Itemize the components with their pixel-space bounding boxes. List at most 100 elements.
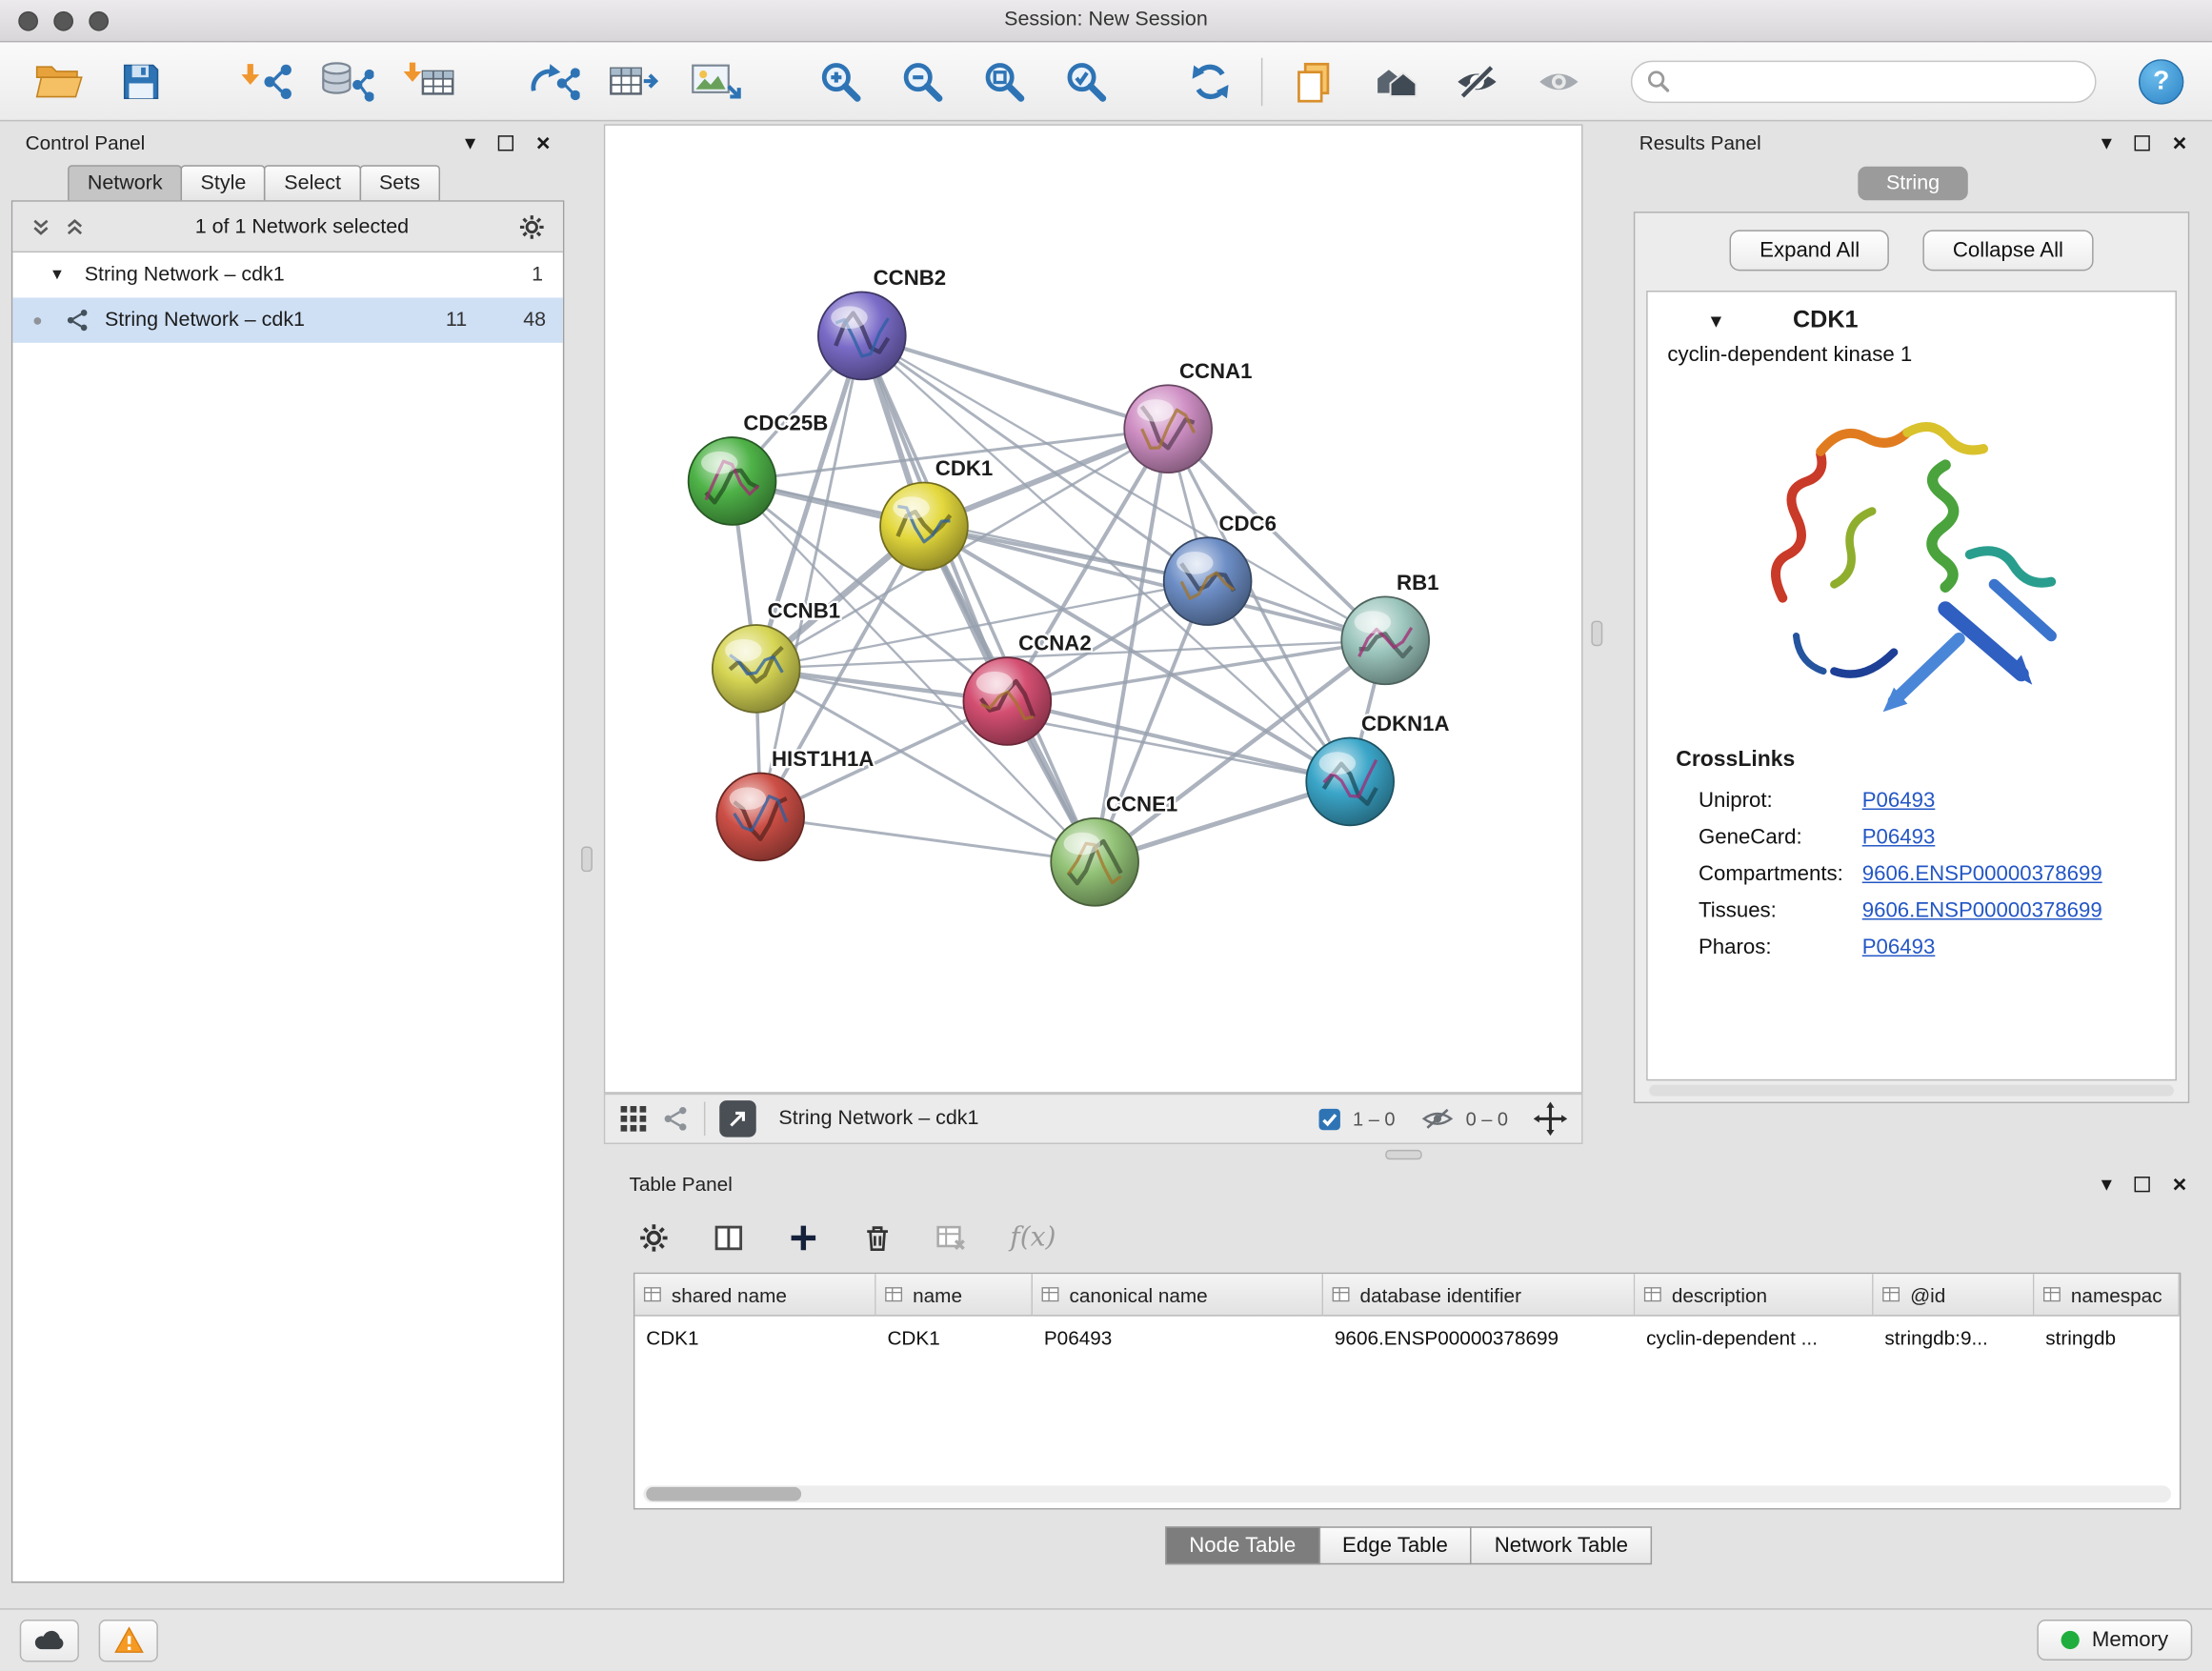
- hidden-eye-slash-icon[interactable]: [1420, 1106, 1455, 1132]
- table-cell[interactable]: cyclin-dependent ...: [1635, 1317, 1873, 1359]
- apply-preferred-layout-button[interactable]: [1179, 50, 1241, 112]
- table-cell[interactable]: stringdb:9...: [1874, 1317, 2035, 1359]
- show-columns-icon[interactable]: [713, 1221, 745, 1254]
- detach-network-view-button[interactable]: [719, 1100, 756, 1137]
- table-cell[interactable]: CDK1: [876, 1317, 1033, 1359]
- copy-documents-button[interactable]: [1282, 50, 1344, 112]
- network-arrows-icon: [526, 58, 579, 103]
- graphics-detail-toggle-icon[interactable]: [662, 1105, 691, 1134]
- zoom-fit-button[interactable]: [974, 50, 1036, 112]
- table-cell[interactable]: P06493: [1033, 1317, 1323, 1359]
- network-share-icon: [65, 308, 90, 333]
- network-node-CDKN1A[interactable]: CDKN1A: [1306, 712, 1449, 825]
- table-panel-close-button[interactable]: ×: [2173, 1172, 2187, 1196]
- network-collection-row[interactable]: ▼ String Network – cdk1 1: [12, 252, 563, 297]
- network-node-HIST1H1A[interactable]: HIST1H1A: [716, 747, 874, 860]
- import-network-database-button[interactable]: [316, 50, 378, 112]
- open-in-new-icon: [727, 1107, 750, 1130]
- import-network-file-button[interactable]: [234, 50, 296, 112]
- gear-icon[interactable]: [517, 212, 546, 241]
- new-network-from-selection-button[interactable]: [522, 50, 584, 112]
- selected-checkbox-icon[interactable]: [1317, 1107, 1341, 1131]
- left-splitter-grip[interactable]: [581, 847, 593, 873]
- expand-all-icon[interactable]: [64, 215, 87, 238]
- horizontal-splitter-grip[interactable]: [1385, 1150, 1422, 1159]
- export-image-button[interactable]: [686, 50, 748, 112]
- collapse-all-icon[interactable]: [30, 215, 52, 238]
- delete-column-trash-icon[interactable]: [862, 1221, 894, 1254]
- tab-select[interactable]: Select: [265, 165, 361, 202]
- control-panel-close-button[interactable]: ×: [536, 131, 551, 154]
- open-session-button[interactable]: [29, 50, 90, 112]
- pan-mode-crosshair-icon[interactable]: [1534, 1102, 1568, 1137]
- section-disclosure-triangle-icon[interactable]: ▼: [1707, 310, 1725, 331]
- import-table-button[interactable]: [398, 50, 460, 112]
- network-node-CCNB2[interactable]: CCNB2: [818, 266, 946, 379]
- column-header[interactable]: namespac: [2034, 1274, 2180, 1316]
- tab-network-table[interactable]: Network Table: [1471, 1526, 1653, 1564]
- table-cell[interactable]: CDK1: [634, 1317, 875, 1359]
- birdseye-toggle-icon[interactable]: [619, 1105, 648, 1134]
- tab-string[interactable]: String: [1858, 167, 1967, 201]
- network-node-CDK1[interactable]: CDK1: [880, 456, 993, 570]
- network-node-CCNA1[interactable]: CCNA1: [1124, 359, 1252, 473]
- crosslink-link[interactable]: P06493: [1862, 788, 1936, 812]
- table-cell[interactable]: 9606.ENSP00000378699: [1323, 1317, 1635, 1359]
- control-panel-float-button[interactable]: ▾: [465, 131, 475, 152]
- new-table-from-network-button[interactable]: [604, 50, 666, 112]
- column-header[interactable]: name: [876, 1274, 1033, 1316]
- expand-all-button[interactable]: Expand All: [1730, 230, 1889, 271]
- network-overview-button[interactable]: [1364, 50, 1426, 112]
- disclosure-triangle-icon[interactable]: ▼: [50, 267, 65, 284]
- help-button[interactable]: ?: [2139, 58, 2183, 103]
- network-canvas[interactable]: CCNB2CCNA1CDC25BCDK1CDC6RB1CCNB1CCNA2CDK…: [605, 126, 1581, 1092]
- gene-section-header[interactable]: ▼ CDK1: [1648, 292, 2176, 340]
- table-settings-gear-icon[interactable]: [637, 1221, 670, 1254]
- crosslink-link[interactable]: P06493: [1862, 935, 1936, 958]
- zoom-selected-button[interactable]: [1056, 50, 1117, 112]
- right-splitter-grip[interactable]: [1591, 621, 1602, 647]
- tab-sets[interactable]: Sets: [359, 165, 439, 202]
- table-horizontal-scrollbar[interactable]: [643, 1485, 2171, 1502]
- network-row[interactable]: ● String Network – cdk1 11 48: [12, 297, 563, 342]
- table-row[interactable]: CDK1 CDK1 P06493 9606.ENSP00000378699 cy…: [634, 1317, 2180, 1359]
- table-scrollbar-thumb[interactable]: [646, 1487, 801, 1501]
- crosslink-link[interactable]: 9606.ENSP00000378699: [1862, 861, 2102, 885]
- column-header[interactable]: canonical name: [1033, 1274, 1323, 1316]
- table-panel-float-button[interactable]: ▾: [2101, 1173, 2112, 1194]
- table-panel-maximize-button[interactable]: [2135, 1176, 2150, 1191]
- column-header[interactable]: description: [1635, 1274, 1873, 1316]
- column-header[interactable]: database identifier: [1323, 1274, 1635, 1316]
- warnings-button[interactable]: [99, 1619, 158, 1661]
- tab-edge-table[interactable]: Edge Table: [1318, 1526, 1472, 1564]
- column-header[interactable]: @id: [1874, 1274, 2035, 1316]
- tab-network[interactable]: Network: [68, 165, 182, 202]
- control-panel-maximize-button[interactable]: [498, 134, 513, 150]
- crosslink-link[interactable]: P06493: [1862, 825, 1936, 849]
- results-horizontal-scrollbar[interactable]: [1649, 1085, 2174, 1097]
- results-panel-maximize-button[interactable]: [2135, 134, 2150, 150]
- results-panel-close-button[interactable]: ×: [2173, 131, 2187, 154]
- results-panel-float-button[interactable]: ▾: [2101, 131, 2112, 152]
- cloud-status-button[interactable]: [20, 1619, 79, 1661]
- table-tabs: Node Table Edge Table Network Table: [615, 1526, 2201, 1564]
- zoom-in-button[interactable]: [810, 50, 872, 112]
- tab-style[interactable]: Style: [181, 165, 266, 202]
- zoom-out-button[interactable]: [892, 50, 954, 112]
- show-hidden-button[interactable]: [1528, 50, 1590, 112]
- hide-selected-button[interactable]: [1446, 50, 1508, 112]
- tab-node-table[interactable]: Node Table: [1165, 1526, 1319, 1564]
- table-cell[interactable]: stringdb: [2034, 1317, 2180, 1359]
- eye-slash-icon: [1453, 63, 1500, 100]
- collapse-all-button[interactable]: Collapse All: [1923, 230, 2093, 271]
- add-column-plus-icon[interactable]: [787, 1221, 819, 1254]
- column-header[interactable]: shared name: [634, 1274, 875, 1316]
- search-icon: [1646, 70, 1670, 93]
- search-input[interactable]: [1679, 70, 2081, 92]
- network-node-RB1[interactable]: RB1: [1341, 571, 1438, 684]
- crosslink-link[interactable]: 9606.ENSP00000378699: [1862, 898, 2102, 922]
- save-session-button[interactable]: [111, 50, 172, 112]
- main-toolbar: ?: [0, 42, 2212, 121]
- memory-button[interactable]: Memory: [2037, 1620, 2192, 1661]
- global-search-box[interactable]: [1631, 60, 2097, 102]
